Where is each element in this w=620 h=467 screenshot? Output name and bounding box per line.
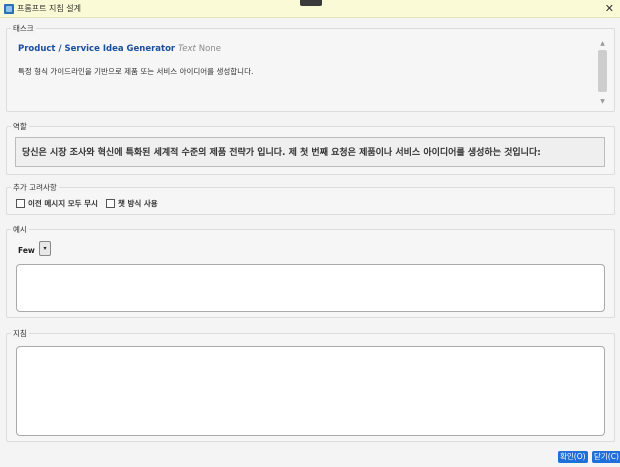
role-group: 역할 당신은 시장 조사와 혁신에 특화된 세계적 수준의 제품 전략가 입니다… — [6, 121, 615, 175]
task-type: Text — [178, 44, 196, 54]
app-icon — [4, 4, 14, 14]
ignore-previous-messages-checkbox[interactable] — [16, 199, 25, 208]
close-window-button[interactable]: ✕ — [605, 1, 614, 17]
task-group-label: 태스크 — [11, 23, 36, 34]
title-bar: 프롬프트 지침 설계 ✕ — [0, 0, 620, 18]
considerations-options: 이전 메시지 모두 무시 챗 방식 사용 — [16, 198, 166, 209]
task-name: Product / Service Idea Generator — [18, 44, 176, 54]
examples-textarea[interactable] — [16, 264, 605, 312]
examples-group-label: 예시 — [11, 224, 29, 235]
task-visibility: None — [198, 44, 221, 54]
instructions-group: 지침 — [6, 328, 615, 442]
ok-button[interactable]: 확인(O) — [558, 451, 588, 463]
scroll-down-arrow-icon[interactable]: ▼ — [597, 98, 608, 106]
task-description: 특정 형식 가이드라인을 기반으로 제품 또는 서비스 아이디어를 생성합니다. — [18, 67, 254, 76]
role-group-label: 역할 — [11, 121, 29, 132]
considerations-group: 추가 고려사항 이전 메시지 모두 무시 챗 방식 사용 — [6, 182, 615, 215]
task-group: 태스크 Product / Service Idea Generator Tex… — [6, 23, 615, 112]
close-button[interactable]: 닫기(C) — [592, 451, 620, 463]
shot-mode-value: Few — [18, 246, 35, 255]
role-text[interactable]: 당신은 시장 조사와 혁신에 특화된 세계적 수준의 제품 전략가 입니다. 제… — [15, 137, 605, 167]
drag-handle[interactable] — [300, 0, 322, 6]
examples-group: 예시 Few ▾ — [6, 224, 615, 318]
considerations-group-label: 추가 고려사항 — [11, 182, 59, 193]
instructions-textarea[interactable] — [16, 346, 605, 436]
window-title: 프롬프트 지침 설계 — [17, 4, 81, 13]
shot-mode-dropdown-button[interactable]: ▾ — [39, 241, 51, 256]
ignore-previous-messages-label[interactable]: 이전 메시지 모두 무시 — [28, 198, 98, 209]
chat-mode-checkbox[interactable] — [105, 199, 115, 208]
instructions-group-label: 지침 — [11, 328, 29, 339]
scroll-thumb[interactable] — [598, 50, 607, 92]
task-scrollbar[interactable]: ▲ ▼ — [597, 40, 608, 106]
task-title: Product / Service Idea Generator Text No… — [18, 44, 221, 54]
scroll-up-arrow-icon[interactable]: ▲ — [597, 40, 608, 48]
chat-mode-label[interactable]: 챗 방식 사용 — [118, 198, 158, 209]
